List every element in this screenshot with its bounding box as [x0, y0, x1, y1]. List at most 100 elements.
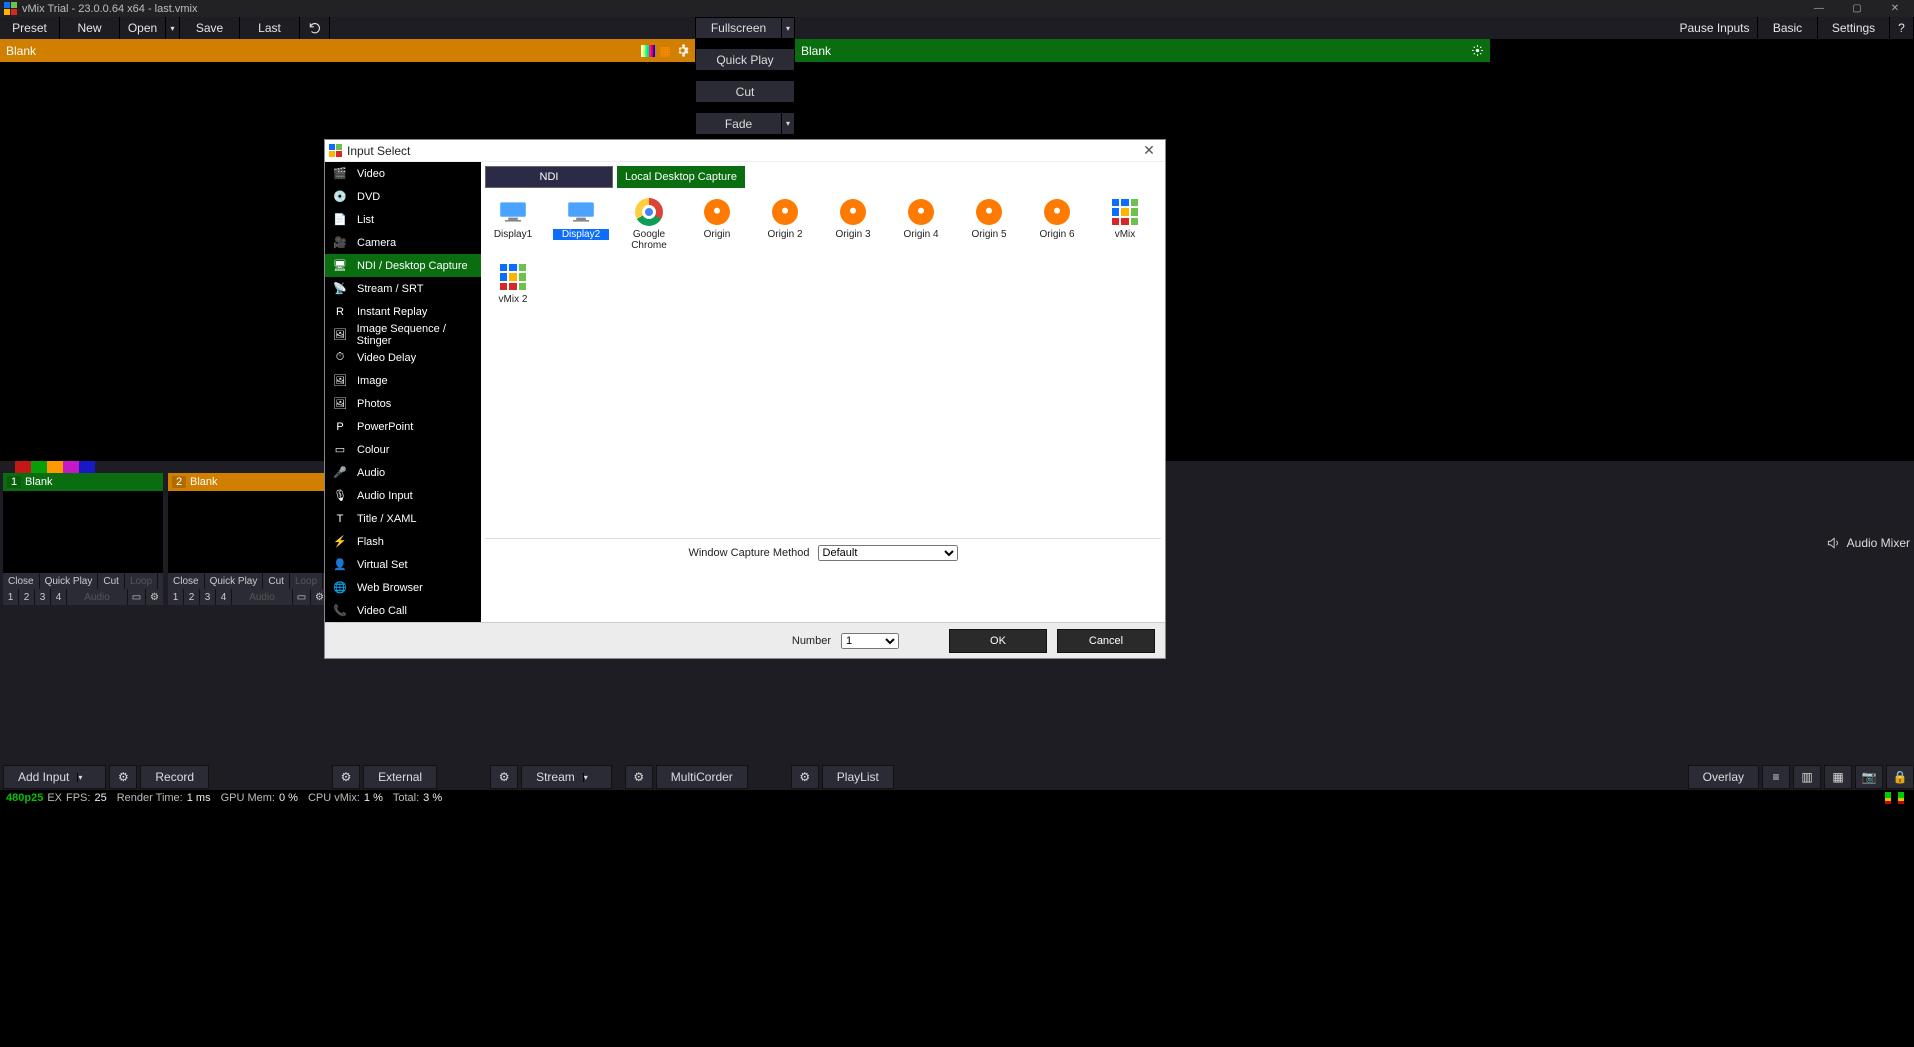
- gear-icon[interactable]: [675, 44, 689, 58]
- category-powerpoint[interactable]: PPowerPoint: [325, 415, 481, 438]
- capture-item-display1[interactable]: Display1: [485, 198, 541, 251]
- view-bars-button[interactable]: ▥: [1793, 765, 1821, 789]
- chevron-down-icon[interactable]: ▾: [781, 113, 794, 134]
- category-web-browser[interactable]: 🌐Web Browser: [325, 576, 481, 599]
- capture-item-display2[interactable]: Display2: [553, 198, 609, 251]
- tile-cut-button[interactable]: Cut: [263, 573, 290, 589]
- save-button[interactable]: Save: [180, 17, 240, 39]
- color-tab[interactable]: [79, 461, 95, 473]
- overlay-button[interactable]: Overlay: [1688, 765, 1759, 789]
- ok-button[interactable]: OK: [949, 629, 1047, 653]
- category-title-xaml[interactable]: TTitle / XAML: [325, 507, 481, 530]
- preset-button[interactable]: Preset: [0, 17, 60, 39]
- tab-ndi[interactable]: NDI: [485, 166, 613, 188]
- monitor-icon[interactable]: ▭: [127, 589, 145, 605]
- category-virtual-set[interactable]: 👤Virtual Set: [325, 553, 481, 576]
- category-instant-replay[interactable]: RInstant Replay: [325, 300, 481, 323]
- capture-item-vmix[interactable]: vMix: [1097, 198, 1153, 251]
- color-tab[interactable]: [63, 461, 79, 473]
- tile-close-button[interactable]: Close: [168, 573, 205, 589]
- overlay-3-button[interactable]: 3: [200, 589, 216, 605]
- window-close-button[interactable]: ✕: [1876, 0, 1914, 17]
- playlist-settings-button[interactable]: ⚙: [791, 765, 819, 789]
- category-video-call[interactable]: 📞Video Call: [325, 599, 481, 622]
- audio-mixer-toggle[interactable]: Audio Mixer: [1825, 536, 1910, 550]
- capture-item-google-chrome[interactable]: Google Chrome: [621, 198, 677, 251]
- tab-local-desktop-capture[interactable]: Local Desktop Capture: [617, 166, 745, 188]
- tile-cut-button[interactable]: Cut: [98, 573, 125, 589]
- multicorder-button[interactable]: MultiCorder: [656, 765, 748, 789]
- overlay-3-button[interactable]: 3: [35, 589, 51, 605]
- capture-item-origin[interactable]: Origin: [689, 198, 745, 251]
- category-dvd[interactable]: 💿DVD: [325, 185, 481, 208]
- input-tile[interactable]: 1BlankCloseQuick PlayCutLoop1234Audio▭⚙: [3, 473, 163, 605]
- category-video-delay[interactable]: ⏱Video Delay: [325, 346, 481, 369]
- category-video[interactable]: 🎬Video: [325, 162, 481, 185]
- settings-button[interactable]: Settings: [1818, 17, 1890, 39]
- dialog-close-button[interactable]: ✕: [1133, 142, 1165, 159]
- category-flash[interactable]: ⚡Flash: [325, 530, 481, 553]
- tile-loop-button[interactable]: Loop: [125, 573, 158, 589]
- record-button[interactable]: Record: [140, 765, 209, 789]
- chevron-down-icon[interactable]: ▾: [77, 773, 91, 782]
- view-list-button[interactable]: ≡: [1762, 765, 1790, 789]
- capture-item-origin-5[interactable]: Origin 5: [961, 198, 1017, 251]
- category-stream-srt[interactable]: 📡Stream / SRT: [325, 277, 481, 300]
- gear-icon[interactable]: [1470, 44, 1484, 58]
- cut-button[interactable]: Cut: [695, 81, 795, 103]
- category-list[interactable]: 📄List: [325, 208, 481, 231]
- category-image[interactable]: 🖼Image: [325, 369, 481, 392]
- tile-quick play-button[interactable]: Quick Play: [205, 573, 264, 589]
- new-button[interactable]: New: [60, 17, 120, 39]
- lock-button[interactable]: 🔒: [1886, 765, 1914, 789]
- tile-quick play-button[interactable]: Quick Play: [40, 573, 99, 589]
- overlay-2-button[interactable]: 2: [184, 589, 200, 605]
- capture-item-vmix-2[interactable]: vMix 2: [485, 263, 541, 305]
- overlay-4-button[interactable]: 4: [51, 589, 67, 605]
- capture-item-origin-2[interactable]: Origin 2: [757, 198, 813, 251]
- window-minimize-button[interactable]: —: [1800, 0, 1838, 17]
- chevron-down-icon[interactable]: ▾: [781, 18, 794, 38]
- help-button[interactable]: ?: [1890, 17, 1914, 39]
- category-image-sequence-stinger[interactable]: 🖼Image Sequence / Stinger: [325, 323, 481, 346]
- view-grid-button[interactable]: ▦: [1824, 765, 1852, 789]
- category-audio-input[interactable]: 🎙Audio Input: [325, 484, 481, 507]
- capture-method-select[interactable]: Default: [818, 545, 958, 561]
- open-dropdown-icon[interactable]: ▾: [165, 17, 179, 39]
- grid-icon[interactable]: ▦: [658, 44, 672, 58]
- tile-loop-button[interactable]: Loop: [290, 573, 323, 589]
- last-button[interactable]: Last: [240, 17, 300, 39]
- stream-button[interactable]: Stream▾: [521, 765, 612, 789]
- record-settings-button[interactable]: ⚙: [109, 765, 137, 789]
- capture-item-origin-6[interactable]: Origin 6: [1029, 198, 1085, 251]
- color-tab[interactable]: [31, 461, 47, 473]
- overlay-2-button[interactable]: 2: [19, 589, 35, 605]
- basic-button[interactable]: Basic: [1758, 17, 1818, 39]
- overlay-1-button[interactable]: 1: [3, 589, 19, 605]
- color-tab[interactable]: [47, 461, 63, 473]
- multicorder-settings-button[interactable]: ⚙: [625, 765, 653, 789]
- colorbar-icon[interactable]: [641, 44, 655, 58]
- undo-button[interactable]: [300, 17, 330, 39]
- cancel-button[interactable]: Cancel: [1057, 629, 1155, 653]
- chevron-down-icon[interactable]: ▾: [583, 773, 597, 782]
- monitor-icon[interactable]: ▭: [292, 589, 310, 605]
- overlay-4-button[interactable]: 4: [216, 589, 232, 605]
- number-select[interactable]: 1: [841, 633, 899, 649]
- category-photos[interactable]: 🖼Photos: [325, 392, 481, 415]
- playlist-button[interactable]: PlayList: [822, 765, 894, 789]
- tile-close-button[interactable]: Close: [3, 573, 40, 589]
- overlay-1-button[interactable]: 1: [168, 589, 184, 605]
- gear-icon[interactable]: ⚙: [145, 589, 163, 605]
- fade-button[interactable]: Fade▾: [695, 113, 795, 135]
- category-colour[interactable]: ▭Colour: [325, 438, 481, 461]
- input-tile[interactable]: 2BlankCloseQuick PlayCutLoop1234Audio▭⚙: [168, 473, 328, 605]
- pause-inputs-button[interactable]: Pause Inputs: [1672, 17, 1758, 39]
- capture-item-origin-4[interactable]: Origin 4: [893, 198, 949, 251]
- add-input-button[interactable]: Add Input▾: [3, 765, 106, 789]
- fullscreen-button[interactable]: Fullscreen▾: [695, 17, 795, 39]
- category-audio[interactable]: 🎤Audio: [325, 461, 481, 484]
- stream-settings-button[interactable]: ⚙: [490, 765, 518, 789]
- external-settings-button[interactable]: ⚙: [332, 765, 360, 789]
- capture-item-origin-3[interactable]: Origin 3: [825, 198, 881, 251]
